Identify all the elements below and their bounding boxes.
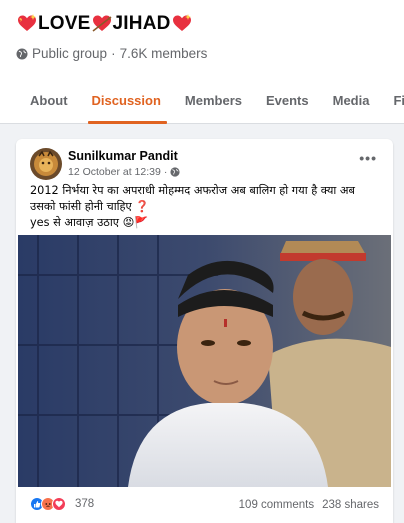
- reaction-count: 378: [75, 498, 95, 510]
- post-photo[interactable]: [18, 235, 391, 487]
- member-count[interactable]: 7.6K members: [120, 46, 208, 61]
- group-header: LOVE JIHAD Public group · 7.6K members A…: [0, 0, 404, 124]
- post-text: 2012 निर्भया रेप का अपराधी मोहम्मद अफरोज…: [30, 183, 375, 231]
- tab-files[interactable]: Files: [381, 84, 404, 124]
- engagement-counts: 109 comments 238 shares: [239, 499, 379, 511]
- tab-media[interactable]: Media: [321, 84, 382, 124]
- group-title[interactable]: LOVE JIHAD: [16, 13, 193, 35]
- post-stats: 378 109 comments 238 shares: [16, 495, 393, 515]
- tab-about[interactable]: About: [0, 84, 80, 124]
- post-text-line: yes से आवाज़ उठाए 😡🚩: [30, 216, 149, 229]
- group-meta: Public group · 7.6K members: [16, 46, 207, 61]
- tab-members[interactable]: Members: [173, 84, 254, 124]
- group-title-word-2: JIHAD: [112, 13, 171, 34]
- globe-icon: [16, 48, 28, 59]
- globe-icon: [170, 167, 180, 177]
- group-title-word-1: LOVE: [38, 13, 91, 34]
- reactions-summary[interactable]: 378: [30, 497, 94, 511]
- tab-events[interactable]: Events: [254, 84, 321, 124]
- post-text-line: 2012 निर्भया रेप का अपराधी मोहम्मद अफरोज…: [30, 184, 356, 197]
- sparkling-heart-icon: [172, 14, 191, 31]
- comments-count[interactable]: 109 comments: [239, 499, 314, 511]
- avatar[interactable]: [30, 148, 62, 180]
- post-timestamp[interactable]: 12 October at 12:39: [68, 166, 161, 178]
- post-card: Sunilkumar Pandit 12 October at 12:39 · …: [16, 139, 393, 523]
- post-meta: 12 October at 12:39 ·: [68, 166, 180, 178]
- group-tabs: About Discussion Members Events Media Fi…: [0, 84, 404, 124]
- meta-separator: ·: [111, 46, 116, 61]
- love-reaction-icon: [52, 497, 66, 511]
- tab-discussion[interactable]: Discussion: [80, 84, 173, 124]
- meta-separator: ·: [163, 166, 168, 178]
- sparkling-heart-icon: [18, 14, 36, 31]
- avatar-image: [30, 148, 62, 180]
- more-options-icon[interactable]: •••: [359, 150, 377, 166]
- shares-count[interactable]: 238 shares: [322, 499, 379, 511]
- post-author[interactable]: Sunilkumar Pandit: [68, 149, 178, 163]
- group-privacy: Public group: [32, 46, 108, 61]
- post-photo-image: [18, 235, 391, 487]
- heart-with-arrow-icon: [92, 15, 112, 32]
- post-text-line: उसको फांसी होनी चाहिए ❓: [30, 200, 150, 213]
